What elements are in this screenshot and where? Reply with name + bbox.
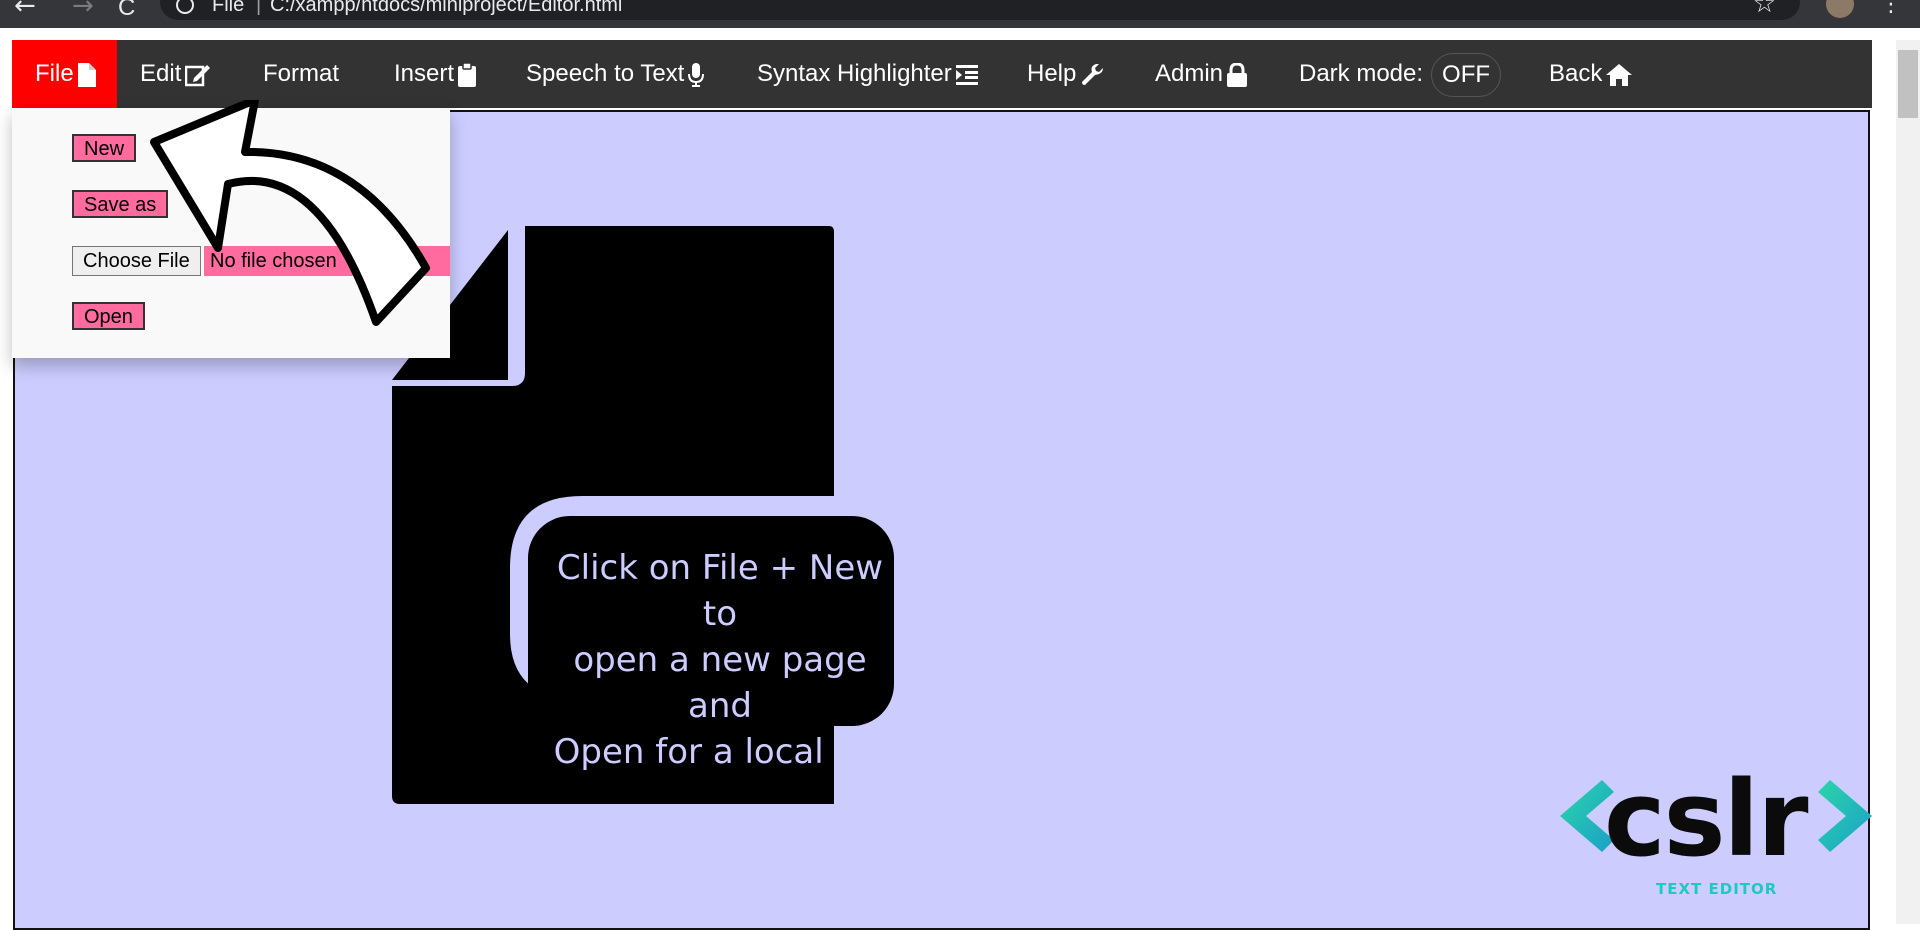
menu-admin[interactable]: Admin: [1155, 40, 1248, 108]
dark-mode-toggle[interactable]: OFF: [1431, 52, 1502, 97]
menu-file[interactable]: File: [12, 40, 117, 108]
url-separator: |: [256, 0, 262, 16]
menu-back[interactable]: Back: [1549, 40, 1633, 108]
info-icon[interactable]: [176, 0, 194, 14]
menu-admin-label: Admin: [1155, 60, 1224, 87]
microphone-icon: [688, 62, 705, 87]
edit-icon: [185, 64, 211, 86]
menu-speech-label: Speech to Text: [526, 60, 685, 87]
scrollbar-thumb[interactable]: [1898, 50, 1918, 118]
reload-icon[interactable]: C: [118, 0, 135, 22]
menu-bar: File Edit Format Insert Speech to Text S…: [12, 40, 1872, 108]
clipboard-icon: [458, 62, 477, 87]
url-scheme: File: [212, 0, 245, 16]
editor-hint: Click on File + New to open a new page a…: [540, 545, 900, 775]
menu-insert[interactable]: Insert: [394, 40, 477, 108]
page-scrollbar[interactable]: [1896, 40, 1920, 924]
menu-file-label: File: [35, 60, 74, 87]
open-button[interactable]: Open: [72, 302, 145, 330]
menu-back-label: Back: [1549, 60, 1603, 87]
menu-help-label: Help: [1027, 60, 1077, 87]
menu-edit[interactable]: Edit: [140, 40, 211, 108]
menu-insert-label: Insert: [394, 60, 455, 87]
back-icon[interactable]: ←: [14, 0, 36, 21]
new-button[interactable]: New: [72, 134, 137, 162]
file-icon: [77, 62, 96, 87]
annotation-arrow-icon: [150, 100, 430, 326]
menu-syntax-label: Syntax Highlighter: [757, 60, 952, 87]
dark-mode-label: Dark mode:: [1299, 60, 1424, 87]
menu-format[interactable]: Format: [263, 40, 339, 108]
hint-line-2: open a new page and: [573, 640, 867, 726]
lock-icon: [1227, 62, 1248, 87]
menu-help[interactable]: Help: [1027, 40, 1104, 108]
menu-format-label: Format: [263, 60, 340, 87]
address-bar[interactable]: File | C:/xampp/htdocs/miniproject/Edito…: [160, 0, 1800, 20]
menu-speech-to-text[interactable]: Speech to Text: [526, 40, 705, 108]
bookmark-star-icon[interactable]: ☆: [1753, 0, 1776, 19]
dark-mode-control: Dark mode: OFF: [1299, 40, 1502, 108]
menu-syntax-highlighter[interactable]: Syntax Highlighter: [757, 40, 978, 108]
profile-avatar[interactable]: [1826, 0, 1854, 18]
logo-subtitle: TEXT EDITOR: [1656, 880, 1778, 898]
url-text[interactable]: C:/xampp/htdocs/miniproject/Editor.html: [270, 0, 622, 17]
hint-line-1: Click on File + New to: [556, 548, 884, 634]
browser-toolbar: ← → C File | C:/xampp/htdocs/miniproject…: [0, 0, 1920, 28]
logo-wordmark: cslr: [1604, 758, 1808, 880]
browser-menu-icon[interactable]: ⋮: [1880, 0, 1902, 17]
menu-edit-label: Edit: [140, 60, 182, 87]
forward-icon[interactable]: →: [72, 0, 94, 21]
home-icon: [1606, 63, 1633, 86]
hint-line-3: Open for a local file: [553, 732, 887, 772]
wrench-icon: [1082, 63, 1104, 85]
indent-icon: [955, 64, 978, 85]
